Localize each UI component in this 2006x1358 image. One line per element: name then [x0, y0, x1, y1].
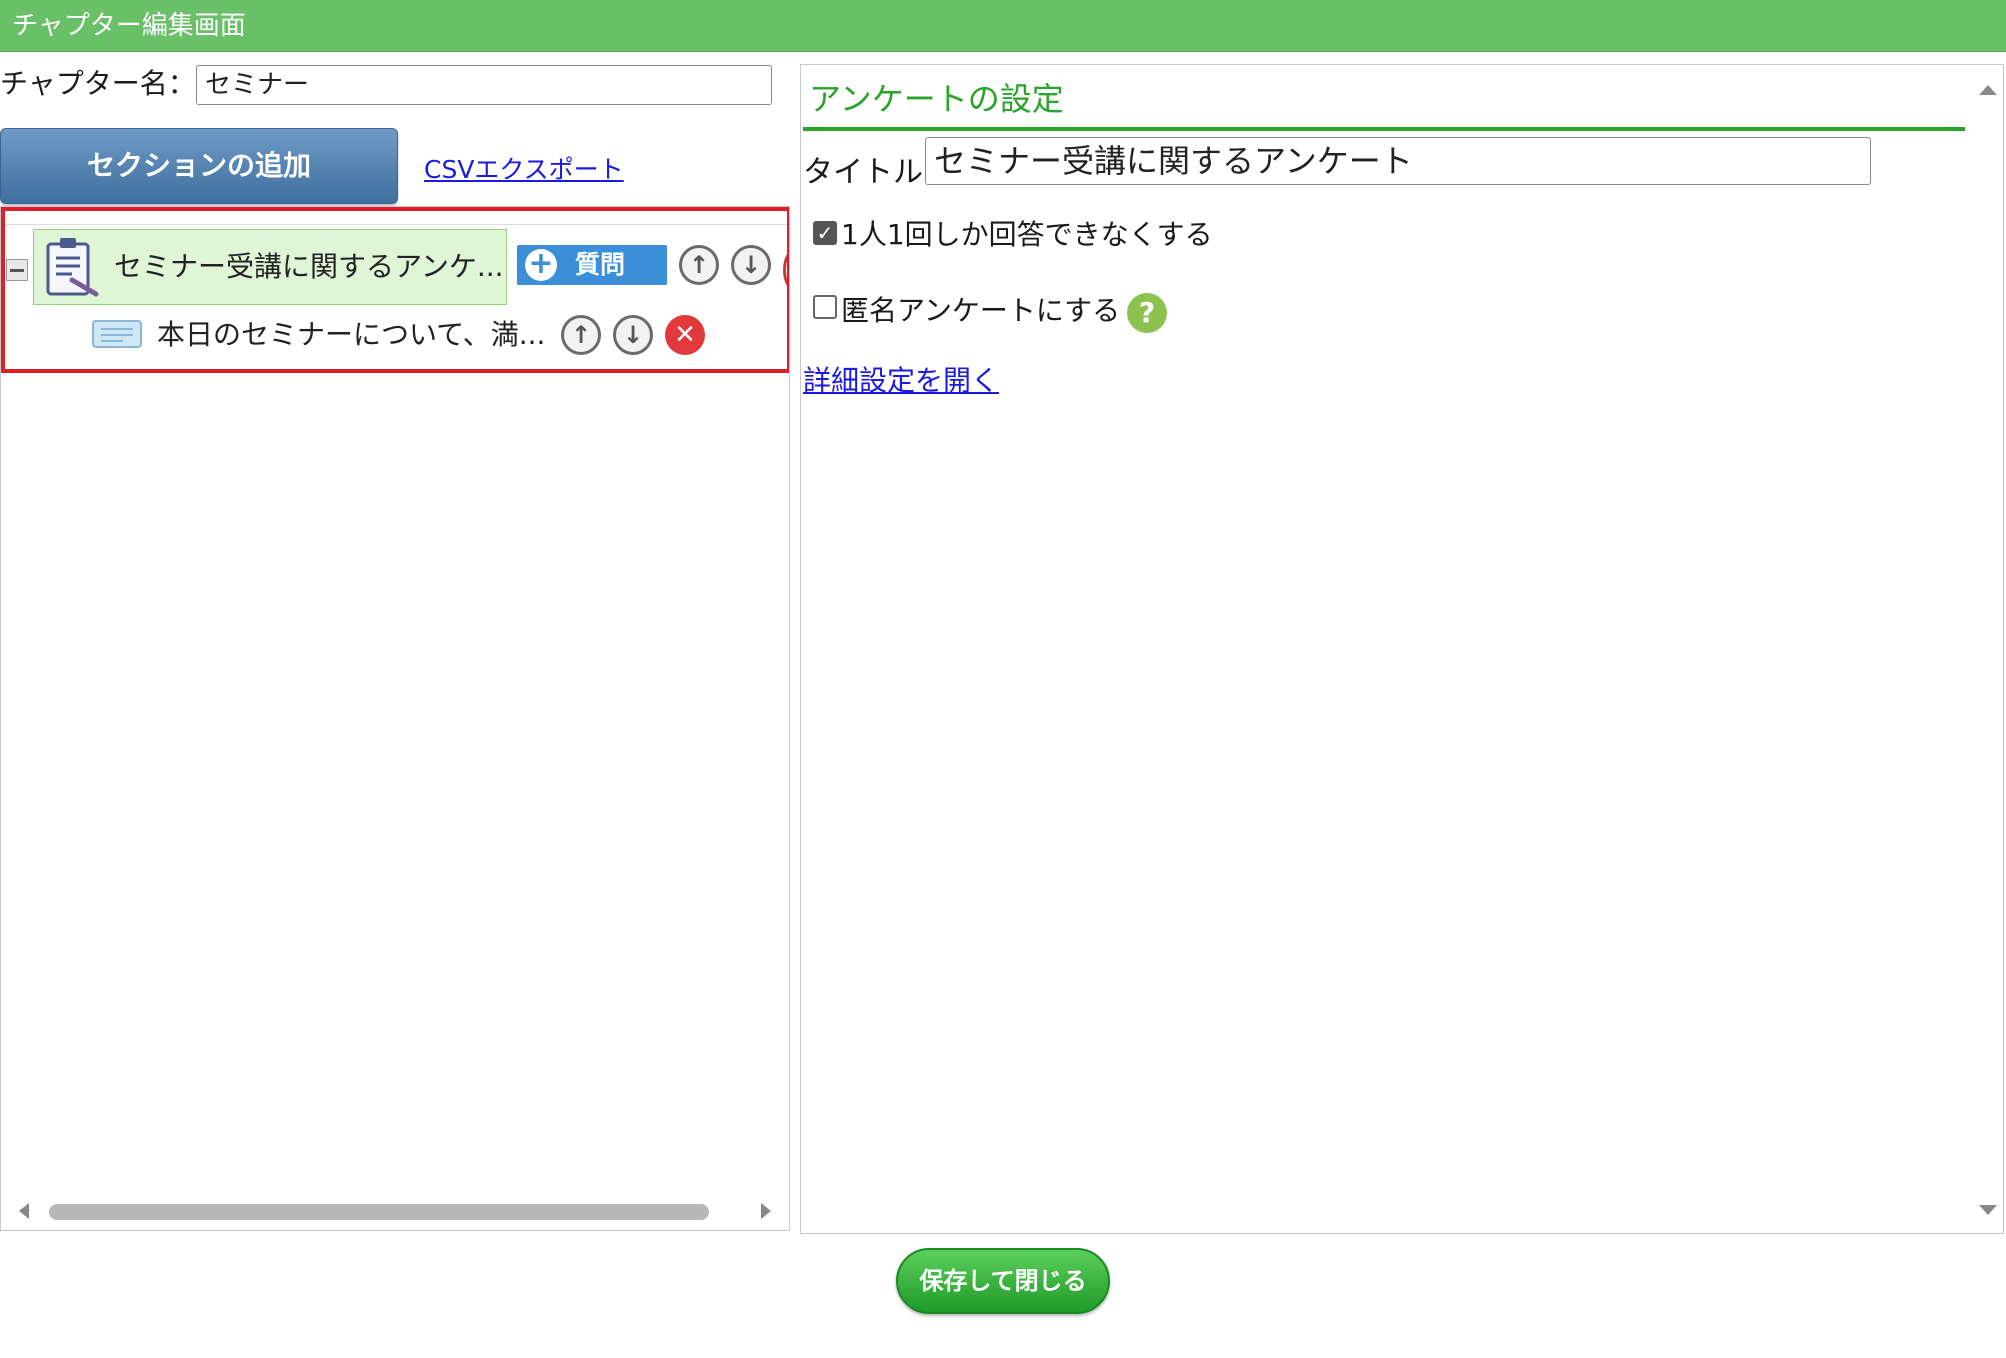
- chapter-name-label: チャプター名：: [0, 67, 196, 100]
- survey-settings-pane: アンケートの設定 タイトル: セミナー受講に関するアンケート ✓ 1人1回しか回…: [800, 64, 2004, 1234]
- title-input[interactable]: セミナー受講に関するアンケート: [925, 137, 1871, 185]
- add-section-button[interactable]: セクションの追加: [0, 128, 398, 204]
- csv-export-link[interactable]: CSVエクスポート: [424, 150, 624, 186]
- scroll-up-icon[interactable]: [1979, 85, 1997, 95]
- once-only-label: 1人1回しか回答できなくする: [841, 218, 1213, 251]
- title-label: タイトル:: [803, 155, 934, 190]
- scroll-thumb[interactable]: [49, 1204, 709, 1220]
- scroll-right-icon[interactable]: [761, 1203, 771, 1219]
- horizontal-scrollbar[interactable]: [1, 1195, 789, 1227]
- window-title: チャプター編集画面: [12, 11, 246, 41]
- settings-heading: アンケートの設定: [809, 80, 1064, 118]
- selection-highlight-box: [1, 207, 789, 373]
- chapter-name-input[interactable]: セミナー: [196, 65, 772, 105]
- heading-divider: [803, 127, 1965, 131]
- help-icon[interactable]: ?: [1127, 293, 1167, 333]
- save-and-close-button[interactable]: 保存して閉じる: [896, 1248, 1110, 1314]
- scroll-down-icon[interactable]: [1979, 1205, 1997, 1215]
- open-advanced-settings-link[interactable]: 詳細設定を開く: [803, 361, 999, 401]
- chapter-tree-pane: セミナー受講に関するアンケ... + 質問 ↑ ↓ 本日のセミナーについて、満.…: [0, 206, 790, 1231]
- scroll-left-icon[interactable]: [19, 1203, 29, 1219]
- window-title-bar: チャプター編集画面: [0, 0, 2006, 52]
- once-only-checkbox[interactable]: ✓: [813, 221, 837, 245]
- anonymous-checkbox[interactable]: [813, 295, 837, 319]
- anonymous-label: 匿名アンケートにする: [841, 294, 1121, 327]
